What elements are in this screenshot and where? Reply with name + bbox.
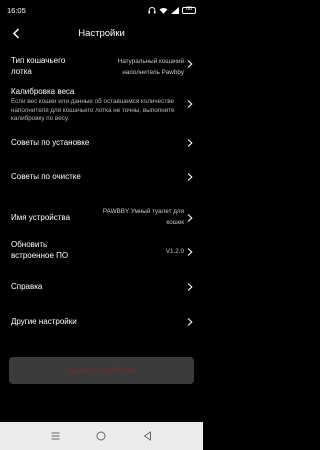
litter-type-row[interactable]: Тип кошачьего лотка Натуральный кошачий … — [0, 56, 203, 80]
weight-calibration-label: Калибровка веса — [11, 87, 75, 96]
cleaning-tips-row[interactable]: Советы по очистке — [0, 171, 203, 185]
system-navigation-bar — [0, 422, 203, 450]
installation-tips-row[interactable]: Советы по установке — [0, 137, 203, 151]
header: Настройки — [0, 20, 203, 46]
triangle-back-icon — [143, 431, 152, 441]
chevron-right-icon — [187, 214, 193, 222]
system-back-button[interactable] — [140, 428, 156, 444]
litter-type-value: Натуральный кошачий наполнитель Pawbby — [117, 58, 184, 76]
chevron-right-icon — [187, 248, 193, 256]
delete-device-button[interactable]: Удалить устройство — [9, 357, 194, 384]
home-icon — [96, 431, 106, 441]
other-settings-row[interactable]: Другие настройки — [0, 316, 203, 330]
device-name-value: PAWBBY Умный туалет для кошек — [102, 208, 184, 226]
menu-icon — [51, 432, 60, 440]
chevron-right-icon — [187, 60, 193, 68]
chevron-right-icon — [187, 100, 193, 108]
other-settings-label: Другие настройки — [11, 317, 77, 326]
chevron-right-icon — [187, 283, 193, 291]
firmware-update-label: Обновить встроенное ПО — [11, 240, 69, 260]
weight-calibration-row[interactable]: Калибровка веса Если вес кошки или данны… — [0, 86, 203, 126]
cleaning-tips-label: Советы по очистке — [11, 172, 81, 181]
chevron-right-icon — [187, 139, 193, 147]
help-row[interactable]: Справка — [0, 281, 203, 295]
weight-calibration-description: Если вес кошки или данные об оставшемся … — [11, 98, 175, 122]
help-label: Справка — [11, 282, 43, 291]
firmware-version: V1.2.0 — [165, 248, 184, 255]
chevron-right-icon — [187, 318, 193, 326]
page-title: Настройки — [78, 27, 125, 39]
recent-apps-button[interactable] — [47, 428, 63, 444]
battery-indicator: 88 — [182, 6, 196, 14]
firmware-update-row[interactable]: Обновить встроенное ПО V1.2.0 — [0, 240, 203, 264]
home-button[interactable] — [93, 428, 109, 444]
back-icon — [12, 27, 20, 39]
chevron-right-icon — [187, 173, 193, 181]
headset-icon — [148, 6, 156, 13]
status-bar: 16:05 88 — [0, 0, 203, 20]
signal-icon — [171, 6, 179, 14]
litter-type-label: Тип кошачьего лотка — [11, 56, 66, 76]
installation-tips-label: Советы по установке — [11, 138, 90, 147]
wifi-icon — [159, 7, 168, 14]
device-name-row[interactable]: Имя устройства PAWBBY Умный туалет для к… — [0, 206, 203, 232]
status-icons: 88 — [148, 6, 196, 14]
back-button[interactable] — [6, 23, 26, 43]
status-time: 16:05 — [7, 5, 26, 15]
